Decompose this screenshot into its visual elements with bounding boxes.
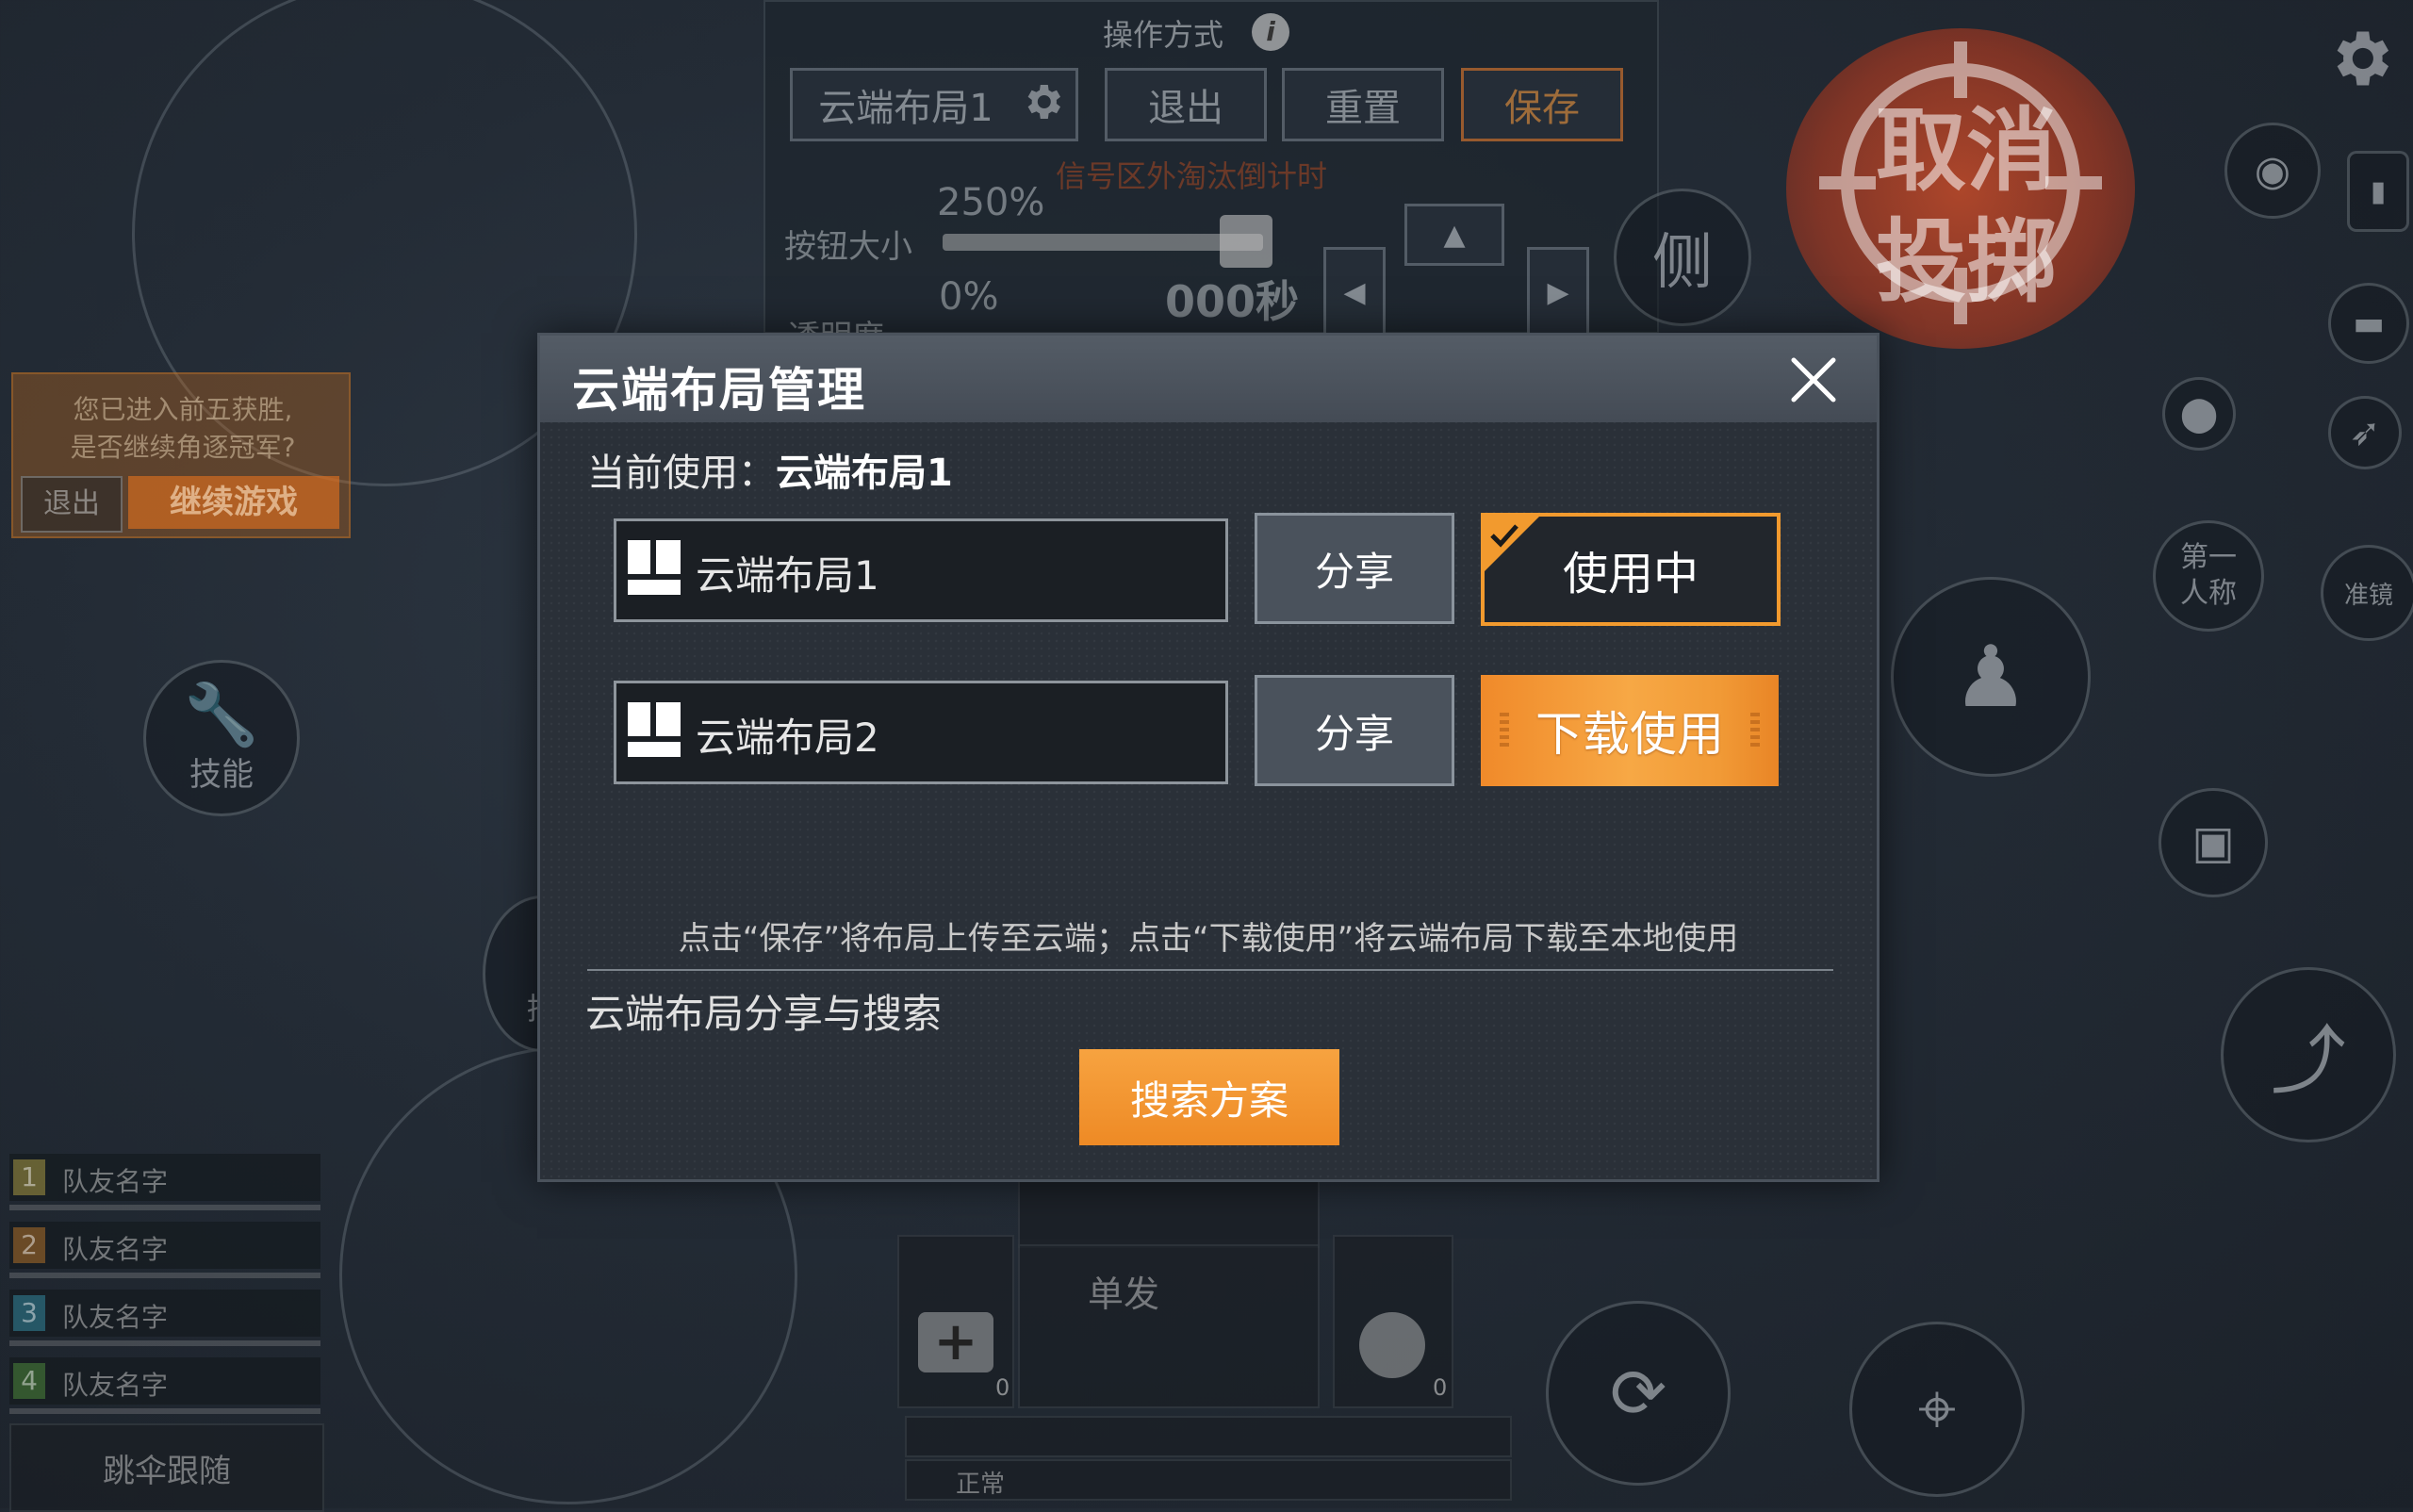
- modal-title: 云端布局管理: [572, 363, 866, 418]
- arrow-left-button[interactable]: ◀: [1323, 247, 1386, 337]
- team-row: 1 队友名字: [9, 1154, 320, 1201]
- map-marker-icon[interactable]: ⬤: [2162, 377, 2236, 451]
- victory-continue-button[interactable]: 继续游戏: [128, 476, 339, 529]
- side-peek-label: 侧: [1652, 228, 1713, 298]
- skill-label: 技能: [189, 755, 254, 794]
- layout-icon: [628, 702, 681, 757]
- chat-icon[interactable]: ▬: [2328, 283, 2409, 364]
- modal-header: 云端布局管理: [540, 336, 1877, 422]
- info-icon[interactable]: i: [1252, 13, 1289, 51]
- medkit-icon: +: [918, 1312, 993, 1372]
- search-plan-button[interactable]: 搜索方案: [1079, 1049, 1339, 1145]
- control-mode-title: 操作方式: [1103, 17, 1224, 53]
- layout-name-2: 云端布局2: [696, 715, 879, 761]
- settings-gear-icon[interactable]: [2324, 23, 2396, 94]
- reload-button[interactable]: ⟳: [1546, 1301, 1731, 1486]
- in-use-button[interactable]: 使用中: [1481, 513, 1781, 626]
- cancel-throw-line2: 投掷: [1876, 209, 2057, 315]
- download-use-button[interactable]: 下载使用: [1481, 675, 1779, 786]
- exit-button[interactable]: 退出: [1105, 68, 1267, 141]
- crouch-button[interactable]: ♟: [1891, 577, 2091, 777]
- grip-right-icon: [1750, 713, 1760, 750]
- share-button-1[interactable]: 分享: [1255, 513, 1454, 624]
- side-peek-button[interactable]: 侧: [1614, 189, 1751, 326]
- button-size-label: 按钮大小: [784, 228, 912, 266]
- team-health-bar: [9, 1340, 320, 1346]
- status-label: 正常: [956, 1471, 1006, 1499]
- layout-item-1: 云端布局1: [614, 518, 1228, 622]
- button-size-value: 250%: [937, 181, 1045, 224]
- victory-exit-button[interactable]: 退出: [21, 476, 123, 533]
- team-row: 4 队友名字: [9, 1357, 320, 1405]
- team-num-2: 2: [13, 1227, 45, 1263]
- team-name-1: 队友名字: [62, 1166, 169, 1197]
- skill-button[interactable]: 🔧 技能: [143, 660, 300, 816]
- backpack-icon[interactable]: ▣: [2159, 788, 2268, 897]
- grenade-icon: [1359, 1312, 1425, 1378]
- scope-label: 准镜: [2343, 581, 2393, 610]
- scope-button[interactable]: 准镜: [2321, 545, 2413, 641]
- download-use-label: 下载使用: [1535, 707, 1724, 762]
- arrow-right-button[interactable]: ▶: [1527, 247, 1589, 337]
- eye-icon[interactable]: ◉: [2224, 123, 2321, 219]
- team-name-2: 队友名字: [62, 1234, 169, 1265]
- jump-button[interactable]: ⤴: [2221, 967, 2396, 1142]
- fire-mode-label: 单发: [1088, 1274, 1160, 1315]
- layout-name-1: 云端布局1: [696, 552, 879, 599]
- status-bar: 正常: [905, 1459, 1512, 1501]
- team-num-4: 4: [13, 1363, 45, 1399]
- parachute-follow-label: 跳伞跟随: [103, 1452, 231, 1490]
- first-person-line2: 人称: [2180, 577, 2237, 610]
- current-layout-label: 当前使用：: [587, 452, 776, 495]
- medkit-count: 0: [995, 1374, 1010, 1401]
- grip-left-icon: [1500, 713, 1509, 750]
- close-icon[interactable]: [1781, 347, 1847, 413]
- team-health-bar: [9, 1273, 320, 1278]
- grenade-count: 0: [1433, 1374, 1448, 1401]
- gear-icon[interactable]: [1020, 79, 1065, 124]
- zone-countdown-hint: 信号区外淘汰倒计时: [1056, 158, 1328, 194]
- transparency-value: 0%: [939, 275, 999, 319]
- first-person-button[interactable]: 第一 人称: [2153, 520, 2264, 632]
- fire-mode-slot[interactable]: 单发: [1018, 1244, 1320, 1408]
- parachute-follow-button[interactable]: 跳伞跟随: [9, 1423, 324, 1512]
- share-search-section-title: 云端布局分享与搜索: [585, 991, 943, 1037]
- team-row: 2 队友名字: [9, 1222, 320, 1269]
- check-icon: [1485, 517, 1539, 571]
- team-row: 3 队友名字: [9, 1290, 320, 1337]
- save-button[interactable]: 保存: [1461, 68, 1623, 141]
- team-name-4: 队友名字: [62, 1370, 169, 1401]
- team-num-3: 3: [13, 1295, 45, 1331]
- in-use-label: 使用中: [1562, 548, 1699, 600]
- team-health-bar: [9, 1408, 320, 1414]
- button-size-slider[interactable]: [943, 234, 1263, 251]
- current-layout-value: 云端布局1: [776, 452, 953, 495]
- fire-extinguisher-icon[interactable]: ▮: [2347, 151, 2409, 232]
- timer-readout: 000秒: [1165, 276, 1300, 327]
- wrench-icon: 🔧: [184, 680, 259, 750]
- team-health-bar: [9, 1205, 320, 1210]
- save-download-hint: 点击“保存”将布局上传至云端；点击“下载使用”将云端布局下载至本地使用: [678, 920, 1739, 958]
- victory-line1: 您已进入前五获胜,: [73, 394, 293, 425]
- section-divider: [587, 969, 1833, 971]
- prone-shoot-button[interactable]: ⌖: [1849, 1322, 2025, 1497]
- current-layout-row: 当前使用：云端布局1: [587, 442, 953, 497]
- layout-select-label: 云端布局1: [818, 87, 993, 130]
- cloud-layout-modal: 云端布局管理 当前使用：云端布局1 云端布局1 分享 使用中 云端布局2 分享 …: [537, 333, 1880, 1182]
- health-bar: [905, 1416, 1512, 1457]
- victory-line2: 是否继续角逐冠军?: [70, 432, 296, 463]
- team-num-1: 1: [13, 1159, 45, 1195]
- team-name-3: 队友名字: [62, 1302, 169, 1333]
- button-size-knob[interactable]: [1220, 215, 1272, 268]
- grenade-slot[interactable]: 0: [1333, 1235, 1453, 1408]
- first-person-line1: 第一: [2180, 541, 2237, 574]
- share-button-2[interactable]: 分享: [1255, 675, 1454, 786]
- sprint-icon[interactable]: ➶: [2328, 396, 2402, 469]
- layout-item-2: 云端布局2: [614, 681, 1228, 784]
- arrow-up-button[interactable]: ▲: [1404, 204, 1504, 266]
- reset-button[interactable]: 重置: [1282, 68, 1444, 141]
- medkit-slot[interactable]: + 0: [897, 1235, 1014, 1408]
- victory-prompt: 您已进入前五获胜, 是否继续角逐冠军? 退出 继续游戏: [11, 372, 351, 538]
- layout-icon: [628, 540, 681, 595]
